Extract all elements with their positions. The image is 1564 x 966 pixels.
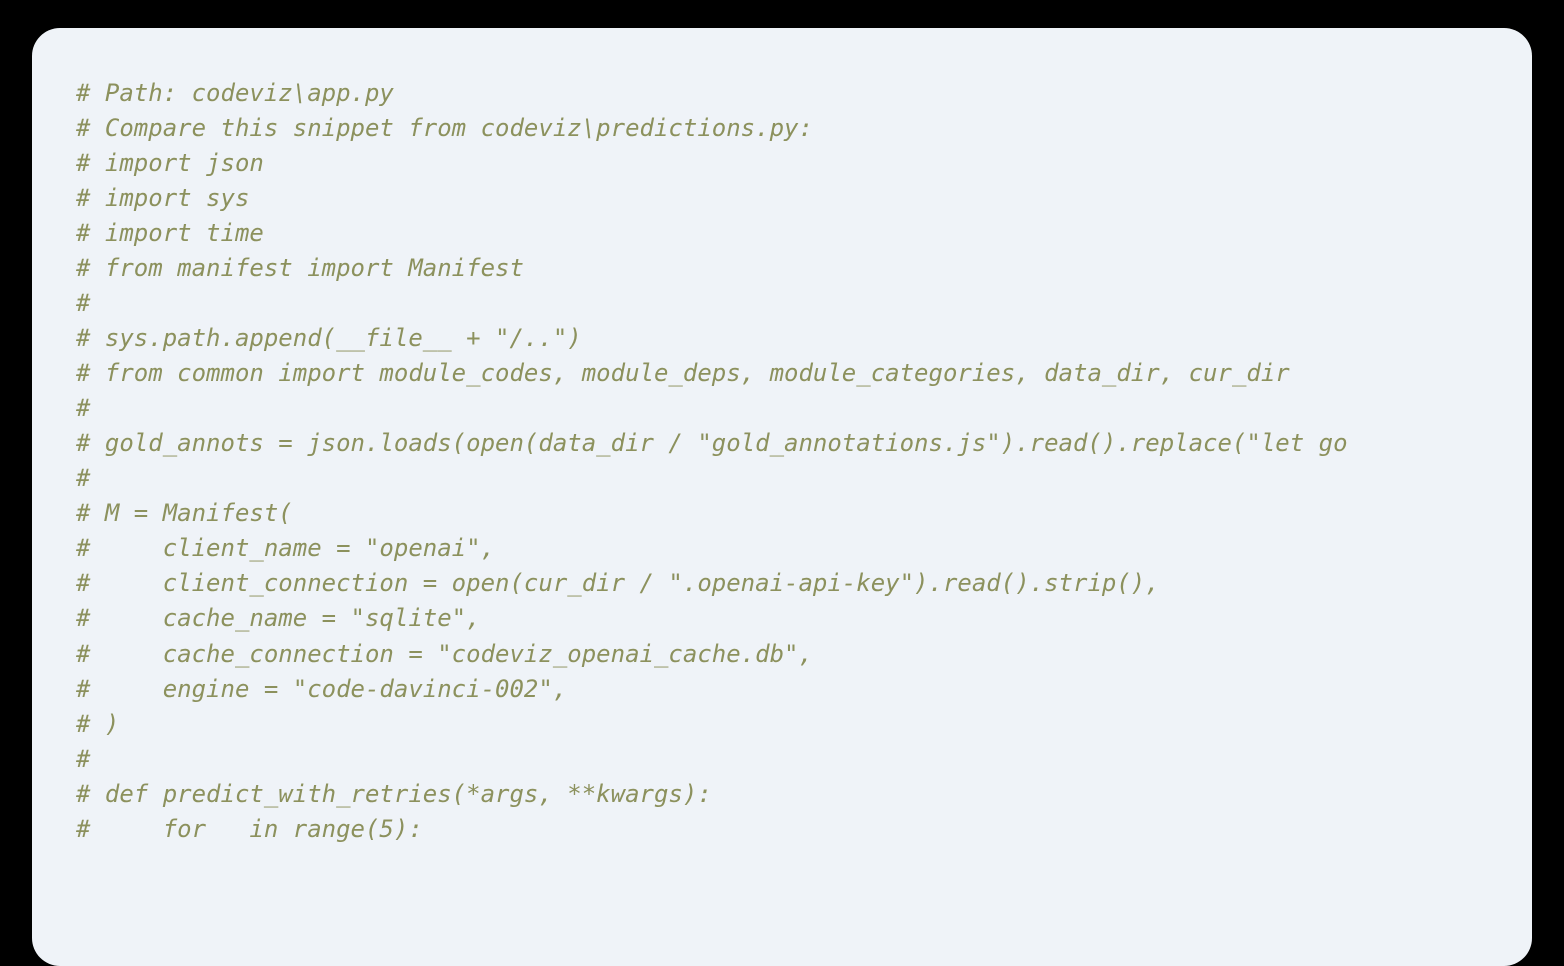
code-line: # sys.path.append(__file__ + "/.."): [76, 321, 1492, 356]
code-line: # def predict_with_retries(*args, **kwar…: [76, 777, 1492, 812]
code-line: #: [76, 742, 1492, 777]
code-line: # engine = "code-davinci-002",: [76, 672, 1492, 707]
code-line: # Compare this snippet from codeviz\pred…: [76, 111, 1492, 146]
code-line: # cache_connection = "codeviz_openai_cac…: [76, 637, 1492, 672]
code-line: # for in range(5):: [76, 812, 1492, 847]
code-pre: # Path: codeviz\app.py# Compare this sni…: [76, 76, 1492, 847]
code-line: # from manifest import Manifest: [76, 251, 1492, 286]
code-line: # gold_annots = json.loads(open(data_dir…: [76, 426, 1492, 461]
code-line: # import time: [76, 216, 1492, 251]
code-line: #: [76, 391, 1492, 426]
code-line: # client_connection = open(cur_dir / ".o…: [76, 566, 1492, 601]
code-line: # import sys: [76, 181, 1492, 216]
code-line: # ): [76, 707, 1492, 742]
code-line: # client_name = "openai",: [76, 531, 1492, 566]
code-block: # Path: codeviz\app.py# Compare this sni…: [32, 28, 1532, 966]
code-content: # Path: codeviz\app.py# Compare this sni…: [76, 76, 1492, 847]
code-line: # import json: [76, 146, 1492, 181]
code-line: #: [76, 461, 1492, 496]
code-line: # cache_name = "sqlite",: [76, 601, 1492, 636]
code-line: # Path: codeviz\app.py: [76, 76, 1492, 111]
code-line: # from common import module_codes, modul…: [76, 356, 1492, 391]
code-line: #: [76, 286, 1492, 321]
code-line: # M = Manifest(: [76, 496, 1492, 531]
